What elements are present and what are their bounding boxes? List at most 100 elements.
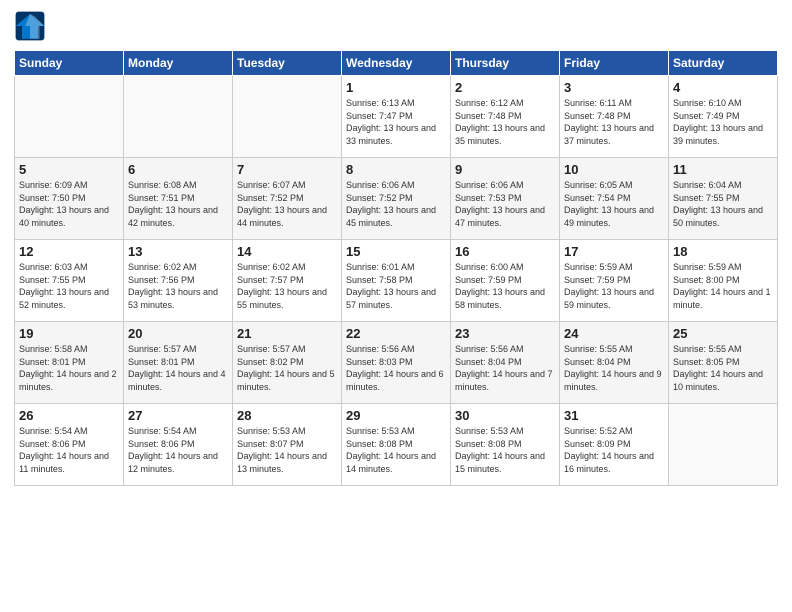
day-number: 24 bbox=[564, 326, 664, 341]
day-cell: 6Sunrise: 6:08 AM Sunset: 7:51 PM Daylig… bbox=[124, 158, 233, 240]
header-row: SundayMondayTuesdayWednesdayThursdayFrid… bbox=[15, 51, 778, 76]
day-info: Sunrise: 5:59 AM Sunset: 7:59 PM Dayligh… bbox=[564, 261, 664, 311]
day-number: 6 bbox=[128, 162, 228, 177]
day-number: 3 bbox=[564, 80, 664, 95]
week-row-5: 26 Sunrise: 5:54 AM Sunset: 8:06 PM Dayli… bbox=[15, 404, 778, 486]
day-cell: 31 Sunrise: 5:52 AM Sunset: 8:09 PM Dayli… bbox=[560, 404, 669, 486]
day-cell: 10 Sunrise: 6:05 AM Sunset: 7:54 PM Dayli… bbox=[560, 158, 669, 240]
day-cell: 8 Sunrise: 6:06 AM Sunset: 7:52 PM Daylig… bbox=[342, 158, 451, 240]
day-number: 2 bbox=[455, 80, 555, 95]
day-cell: 25 Sunrise: 5:55 AM Sunset: 8:05 PM Dayli… bbox=[669, 322, 778, 404]
day-cell: 12 Sunrise: 6:03 AM Sunset: 7:55 PM Dayli… bbox=[15, 240, 124, 322]
day-cell: 15Sunrise: 6:01 AM Sunset: 7:58 PM Dayli… bbox=[342, 240, 451, 322]
day-info: Sunrise: 6:10 AM Sunset: 7:49 PM Dayligh… bbox=[673, 97, 773, 147]
day-number: 12 bbox=[19, 244, 119, 259]
day-info: Sunrise: 6:11 AM Sunset: 7:48 PM Dayligh… bbox=[564, 97, 664, 147]
day-number: 16 bbox=[455, 244, 555, 259]
day-cell: 19Sunrise: 5:58 AM Sunset: 8:01 PM Dayli… bbox=[15, 322, 124, 404]
day-number: 31 bbox=[564, 408, 664, 423]
week-row-3: 12 Sunrise: 6:03 AM Sunset: 7:55 PM Dayli… bbox=[15, 240, 778, 322]
day-info: Sunrise: 6:06 AM Sunset: 7:52 PM Dayligh… bbox=[346, 179, 446, 229]
day-number: 29 bbox=[346, 408, 446, 423]
day-cell: 24 Sunrise: 5:55 AM Sunset: 8:04 PM Dayli… bbox=[560, 322, 669, 404]
day-info: Sunrise: 6:05 AM Sunset: 7:54 PM Dayligh… bbox=[564, 179, 664, 229]
day-info: Sunrise: 5:53 AM Sunset: 8:08 PM Dayligh… bbox=[346, 425, 446, 475]
day-info: Sunrise: 5:56 AM Sunset: 8:04 PM Dayligh… bbox=[455, 343, 555, 393]
day-cell: 28 Sunrise: 5:53 AM Sunset: 8:07 PM Dayli… bbox=[233, 404, 342, 486]
day-cell bbox=[233, 76, 342, 158]
day-cell bbox=[15, 76, 124, 158]
day-info: Sunrise: 5:57 AM Sunset: 8:02 PM Dayligh… bbox=[237, 343, 337, 393]
day-cell: 23 Sunrise: 5:56 AM Sunset: 8:04 PM Dayli… bbox=[451, 322, 560, 404]
day-cell: 30 Sunrise: 5:53 AM Sunset: 8:08 PM Dayli… bbox=[451, 404, 560, 486]
day-number: 8 bbox=[346, 162, 446, 177]
day-info: Sunrise: 5:59 AM Sunset: 8:00 PM Dayligh… bbox=[673, 261, 773, 311]
day-number: 5 bbox=[19, 162, 119, 177]
day-cell: 16 Sunrise: 6:00 AM Sunset: 7:59 PM Dayli… bbox=[451, 240, 560, 322]
col-header-sunday: Sunday bbox=[15, 51, 124, 76]
day-cell: 1 Sunrise: 6:13 AM Sunset: 7:47 PM Daylig… bbox=[342, 76, 451, 158]
day-cell: 9 Sunrise: 6:06 AM Sunset: 7:53 PM Daylig… bbox=[451, 158, 560, 240]
day-cell: 14Sunrise: 6:02 AM Sunset: 7:57 PM Dayli… bbox=[233, 240, 342, 322]
day-info: Sunrise: 5:54 AM Sunset: 8:06 PM Dayligh… bbox=[128, 425, 228, 475]
day-number: 13 bbox=[128, 244, 228, 259]
day-info: Sunrise: 5:56 AM Sunset: 8:03 PM Dayligh… bbox=[346, 343, 446, 393]
day-number: 19 bbox=[19, 326, 119, 341]
col-header-thursday: Thursday bbox=[451, 51, 560, 76]
day-cell: 20Sunrise: 5:57 AM Sunset: 8:01 PM Dayli… bbox=[124, 322, 233, 404]
day-number: 4 bbox=[673, 80, 773, 95]
day-cell: 2 Sunrise: 6:12 AM Sunset: 7:48 PM Daylig… bbox=[451, 76, 560, 158]
day-number: 27 bbox=[128, 408, 228, 423]
day-cell: 26 Sunrise: 5:54 AM Sunset: 8:06 PM Dayli… bbox=[15, 404, 124, 486]
day-number: 25 bbox=[673, 326, 773, 341]
day-info: Sunrise: 6:12 AM Sunset: 7:48 PM Dayligh… bbox=[455, 97, 555, 147]
day-number: 30 bbox=[455, 408, 555, 423]
day-number: 1 bbox=[346, 80, 446, 95]
day-number: 23 bbox=[455, 326, 555, 341]
logo bbox=[14, 10, 50, 42]
day-info: Sunrise: 5:54 AM Sunset: 8:06 PM Dayligh… bbox=[19, 425, 119, 475]
day-cell bbox=[669, 404, 778, 486]
day-cell: 22 Sunrise: 5:56 AM Sunset: 8:03 PM Dayli… bbox=[342, 322, 451, 404]
day-info: Sunrise: 6:04 AM Sunset: 7:55 PM Dayligh… bbox=[673, 179, 773, 229]
day-info: Sunrise: 6:03 AM Sunset: 7:55 PM Dayligh… bbox=[19, 261, 119, 311]
col-header-wednesday: Wednesday bbox=[342, 51, 451, 76]
logo-icon bbox=[14, 10, 46, 42]
day-info: Sunrise: 5:55 AM Sunset: 8:04 PM Dayligh… bbox=[564, 343, 664, 393]
day-cell bbox=[124, 76, 233, 158]
day-number: 28 bbox=[237, 408, 337, 423]
calendar-table: SundayMondayTuesdayWednesdayThursdayFrid… bbox=[14, 50, 778, 486]
day-number: 26 bbox=[19, 408, 119, 423]
day-number: 10 bbox=[564, 162, 664, 177]
day-info: Sunrise: 5:55 AM Sunset: 8:05 PM Dayligh… bbox=[673, 343, 773, 393]
day-info: Sunrise: 5:52 AM Sunset: 8:09 PM Dayligh… bbox=[564, 425, 664, 475]
day-info: Sunrise: 5:53 AM Sunset: 8:07 PM Dayligh… bbox=[237, 425, 337, 475]
day-cell: 29 Sunrise: 5:53 AM Sunset: 8:08 PM Dayli… bbox=[342, 404, 451, 486]
day-number: 7 bbox=[237, 162, 337, 177]
col-header-monday: Monday bbox=[124, 51, 233, 76]
day-cell: 5Sunrise: 6:09 AM Sunset: 7:50 PM Daylig… bbox=[15, 158, 124, 240]
day-info: Sunrise: 6:06 AM Sunset: 7:53 PM Dayligh… bbox=[455, 179, 555, 229]
day-cell: 4 Sunrise: 6:10 AM Sunset: 7:49 PM Daylig… bbox=[669, 76, 778, 158]
page-container: SundayMondayTuesdayWednesdayThursdayFrid… bbox=[0, 0, 792, 496]
day-cell: 3 Sunrise: 6:11 AM Sunset: 7:48 PM Daylig… bbox=[560, 76, 669, 158]
header bbox=[14, 10, 778, 42]
week-row-1: 1 Sunrise: 6:13 AM Sunset: 7:47 PM Daylig… bbox=[15, 76, 778, 158]
day-info: Sunrise: 6:13 AM Sunset: 7:47 PM Dayligh… bbox=[346, 97, 446, 147]
day-info: Sunrise: 6:02 AM Sunset: 7:56 PM Dayligh… bbox=[128, 261, 228, 311]
day-cell: 7 Sunrise: 6:07 AM Sunset: 7:52 PM Daylig… bbox=[233, 158, 342, 240]
day-info: Sunrise: 6:00 AM Sunset: 7:59 PM Dayligh… bbox=[455, 261, 555, 311]
day-number: 9 bbox=[455, 162, 555, 177]
day-number: 11 bbox=[673, 162, 773, 177]
week-row-2: 5Sunrise: 6:09 AM Sunset: 7:50 PM Daylig… bbox=[15, 158, 778, 240]
day-number: 22 bbox=[346, 326, 446, 341]
day-info: Sunrise: 6:01 AM Sunset: 7:58 PM Dayligh… bbox=[346, 261, 446, 311]
day-cell: 13 Sunrise: 6:02 AM Sunset: 7:56 PM Dayli… bbox=[124, 240, 233, 322]
day-info: Sunrise: 6:07 AM Sunset: 7:52 PM Dayligh… bbox=[237, 179, 337, 229]
col-header-tuesday: Tuesday bbox=[233, 51, 342, 76]
day-info: Sunrise: 5:57 AM Sunset: 8:01 PM Dayligh… bbox=[128, 343, 228, 393]
day-info: Sunrise: 5:53 AM Sunset: 8:08 PM Dayligh… bbox=[455, 425, 555, 475]
day-number: 21 bbox=[237, 326, 337, 341]
col-header-friday: Friday bbox=[560, 51, 669, 76]
col-header-saturday: Saturday bbox=[669, 51, 778, 76]
